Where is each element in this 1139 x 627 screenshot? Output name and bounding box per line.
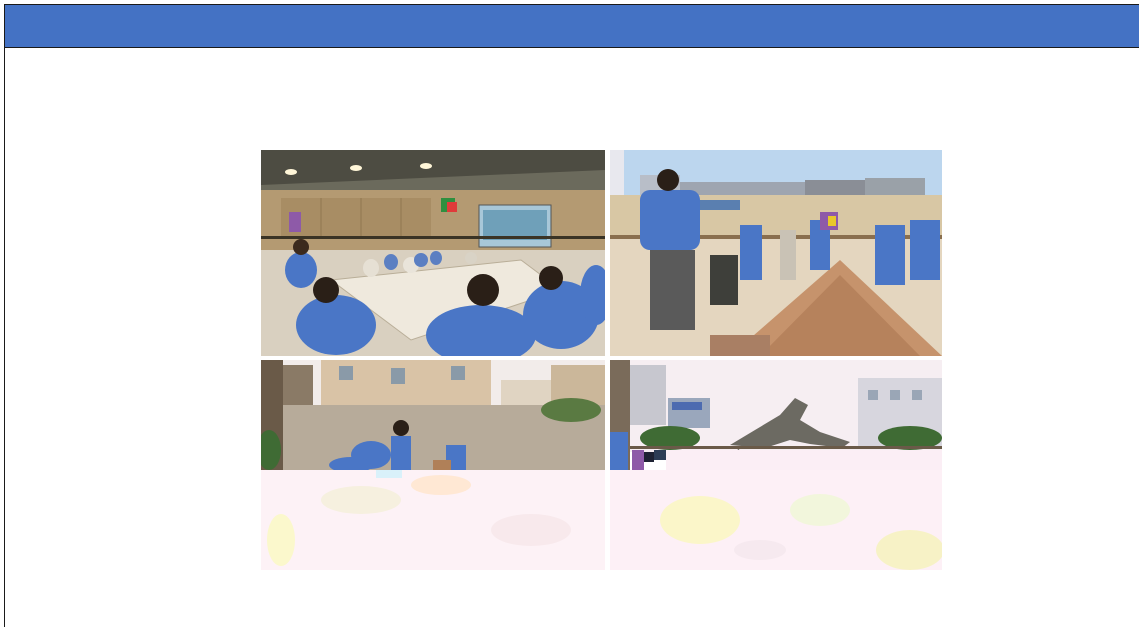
meeting-room-photo — [261, 150, 605, 356]
wall-yard-photo — [261, 360, 605, 570]
header-bar — [5, 5, 1139, 48]
photo-collage — [261, 150, 942, 570]
horse-statue-photo — [610, 360, 942, 570]
sand-pile-photo — [610, 150, 942, 356]
slide-frame — [4, 4, 1139, 627]
